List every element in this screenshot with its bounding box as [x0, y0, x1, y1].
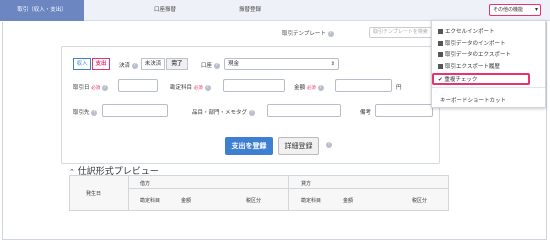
required-mark: 必須 [91, 86, 101, 91]
debit-tax-column: 税区分 [246, 198, 262, 204]
account-select[interactable]: 現金 ⇕ [224, 58, 339, 70]
debit-item-column: 勘定科目 [140, 198, 161, 204]
menu-item-excel-import[interactable]: エクセルインポート [438, 27, 495, 35]
credit-amount-column: 金額 [343, 198, 354, 204]
partner-input[interactable] [102, 104, 168, 117]
col-divider [128, 176, 129, 210]
item-label: 勘定科目 [170, 85, 193, 91]
other-functions-button[interactable]: その他の機能 ▾ [489, 4, 541, 16]
help-icon[interactable]: ? [317, 84, 324, 91]
frame-bottom-border [2, 239, 547, 240]
tags-input[interactable] [267, 104, 341, 117]
help-icon[interactable]: ? [102, 84, 109, 91]
yen-label: 円 [396, 85, 402, 91]
partner-label-wrap: 取引先 ? [73, 108, 98, 116]
amount-input[interactable] [335, 79, 392, 92]
menu-item-label: 取引エクスポート履歴 [445, 64, 500, 70]
help-icon[interactable]: ? [204, 84, 211, 91]
other-functions-label: その他の機能 [493, 7, 524, 13]
date-label-wrap: 取引日 必須 ? [73, 83, 109, 91]
help-icon[interactable]: ? [327, 30, 334, 37]
import-icon [438, 40, 443, 46]
debit-amount-column: 金額 [181, 198, 192, 204]
app-root: 取引（収入・支出） 口座振替 振替登録 その他の機能 ▾ 取引テンプレート ? … [0, 0, 550, 246]
credit-item-column: 勘定科目 [301, 198, 322, 204]
menu-item-export-history[interactable]: 取引エクスポート履歴 [438, 62, 500, 70]
credit-header: 貸方 [301, 181, 312, 187]
amount-label-wrap: 金額 必須 ? [294, 83, 324, 91]
template-search-placeholder: 取引テンプレートを検索 [373, 29, 428, 35]
tab-bar: 取引（収入・支出） 口座振替 振替登録 その他の機能 ▾ [0, 0, 550, 21]
date-column-header: 発生日 [86, 191, 102, 197]
help-icon[interactable]: ? [326, 142, 332, 148]
credit-tax-column: 税区分 [412, 198, 428, 204]
partner-label: 取引先 [73, 110, 90, 116]
template-search-input[interactable]: 取引テンプレートを検索 [369, 27, 435, 38]
help-icon[interactable]: ? [131, 62, 138, 69]
settled-toggle[interactable]: 完了 [166, 58, 188, 70]
register-expense-button[interactable]: 支出を登録 [225, 137, 273, 155]
chevron-down-icon: ▾ [534, 6, 538, 13]
expense-toggle[interactable]: 支出 [92, 58, 110, 70]
other-functions-menu: エクセルインポート 取引データのインポート 取引データのエクスポート 取引エクス… [431, 20, 546, 108]
help-icon[interactable]: ? [91, 109, 98, 116]
template-label: 取引テンプレート [282, 31, 326, 37]
tags-label-wrap: 品目・部門・メモタグ ? [192, 108, 255, 116]
income-toggle[interactable]: 収入 [73, 58, 91, 70]
amount-label: 金額 [294, 85, 306, 91]
excel-icon [438, 28, 443, 34]
settlement-label-wrap: 決済 ? [119, 61, 138, 69]
journal-preview-table: 発生日 借方 貸方 勘定科目 金額 税区分 勘定科目 金額 税区分 [69, 175, 449, 211]
account-label-wrap: 口座 ? [201, 61, 220, 69]
menu-item-label: 取引データのエクスポート [445, 52, 511, 58]
col-divider [288, 176, 289, 210]
note-label: 備考 [360, 110, 372, 116]
menu-divider [432, 87, 545, 88]
export-icon [438, 51, 443, 57]
settlement-label: 決済 [119, 63, 131, 69]
required-mark: 必須 [193, 86, 203, 91]
register-help-wrap: ? [326, 142, 332, 149]
history-icon [438, 63, 443, 69]
frame-right-border [546, 22, 547, 240]
item-label-wrap: 勘定科目 必須 ? [170, 83, 211, 91]
select-arrow-icon: ⇕ [330, 61, 335, 67]
note-input[interactable] [375, 104, 433, 117]
help-icon[interactable]: ? [213, 62, 220, 69]
unsettled-toggle[interactable]: 未決済 [141, 58, 165, 70]
help-icon[interactable]: ? [248, 109, 255, 116]
frame-left-border [2, 22, 3, 240]
tab-account-transfer[interactable]: 口座振替 [140, 0, 190, 21]
tags-label: 品目・部門・メモタグ [192, 110, 248, 116]
date-label: 取引日 [73, 85, 90, 91]
account-select-value: 現金 [228, 61, 240, 67]
detail-register-button[interactable]: 詳細登録 [278, 137, 319, 155]
required-mark: 必須 [306, 86, 316, 91]
template-label-wrap: 取引テンプレート ? [282, 29, 334, 37]
date-input[interactable] [118, 79, 158, 92]
account-label: 口座 [201, 63, 213, 69]
menu-item-label: キーボードショートカット [440, 98, 507, 104]
menu-item-label: 取引データのインポート [445, 41, 506, 47]
account-item-input[interactable] [223, 79, 285, 92]
tab-income-expense[interactable]: 取引（収入・支出） [0, 0, 84, 21]
highlight-box [432, 73, 530, 85]
menu-item-data-export[interactable]: 取引データのエクスポート [438, 50, 511, 58]
menu-item-data-import[interactable]: 取引データのインポート [438, 39, 506, 47]
menu-item-keyboard-shortcuts[interactable]: キーボードショートカット [440, 96, 506, 104]
menu-item-label: エクセルインポート [445, 29, 495, 35]
table-header-bg [70, 176, 448, 210]
debit-header: 借方 [140, 181, 151, 187]
tab-transfer-register[interactable]: 振替登録 [225, 0, 275, 21]
